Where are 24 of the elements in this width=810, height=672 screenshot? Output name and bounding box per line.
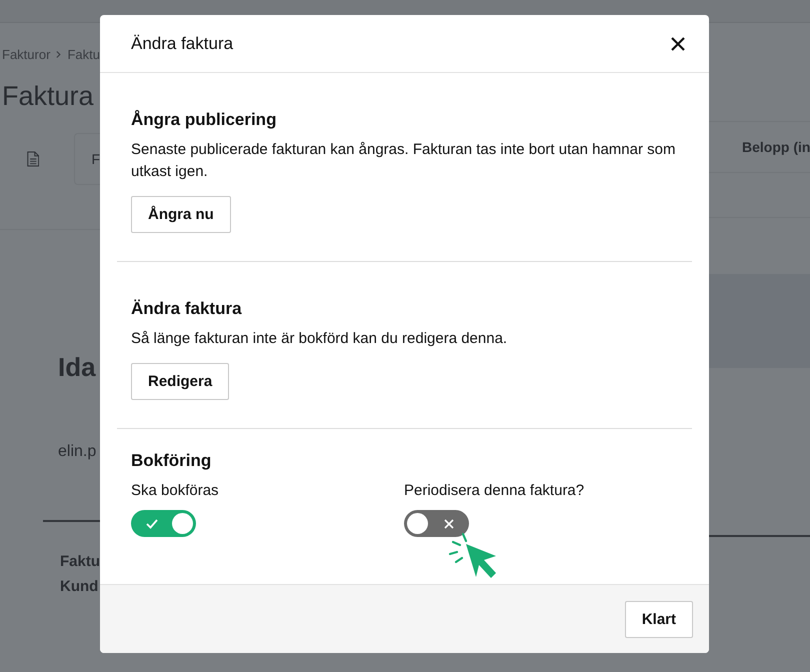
- column-heading: Belopp (in: [742, 139, 810, 155]
- customer-name: Ida: [58, 352, 96, 383]
- check-icon: [146, 518, 158, 528]
- section-heading: Bokföring: [131, 451, 212, 471]
- action-button[interactable]: Ångra nu: [131, 196, 231, 233]
- section-heading: Ångra publicering: [131, 110, 278, 130]
- dialog-title: Ändra faktura: [131, 34, 234, 54]
- toggle-label: Periodisera denna faktura?: [404, 482, 586, 499]
- section-text: Senaste publicerade fakturan kan ångras. Fakturan tas inte bort utan hamnar som utkast igen.: [131, 140, 676, 182]
- section-text: Så länge fakturan inte är bokförd kan du redigera denna.: [131, 329, 508, 349]
- section-heading: Ändra faktura: [131, 299, 243, 319]
- done-button[interactable]: Klart: [624, 600, 693, 638]
- toggle-switch[interactable]: [404, 510, 469, 537]
- toggle-label: Ska bokföras: [131, 482, 220, 499]
- x-icon: [444, 518, 454, 528]
- toggle-switch[interactable]: [131, 510, 196, 537]
- page-title: Faktura: [1, 80, 95, 113]
- field-label: Kund: [60, 577, 100, 597]
- document-icon[interactable]: [27, 149, 40, 169]
- field-label: Faktu: [60, 552, 100, 572]
- close-icon[interactable]: [670, 36, 686, 52]
- chevron-icon: [56, 50, 62, 59]
- email-text: elin.p: [58, 443, 96, 461]
- action-button[interactable]: Redigera: [131, 363, 230, 400]
